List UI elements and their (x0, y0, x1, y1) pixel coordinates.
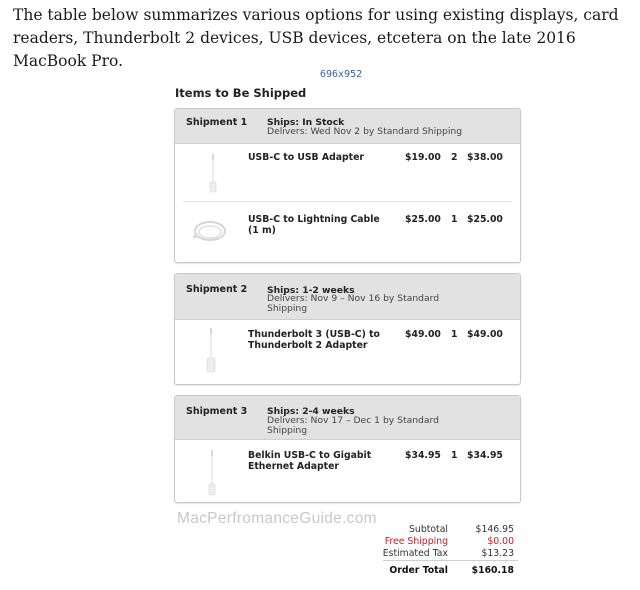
list-item: USB-C to Lightning Cable (1 m) $25.00 1 … (175, 202, 520, 260)
shipment-1-header: Shipment 1 Ships: In Stock Delivers: Wed… (175, 109, 520, 144)
shipment-2-header: Shipment 2 Ships: 1-2 weeks Delivers: No… (175, 274, 520, 320)
shipment-2-card: Shipment 2 Ships: 1-2 weeks Delivers: No… (174, 273, 521, 385)
subtotal-value: $146.95 (475, 524, 514, 535)
shipment-1-card: Shipment 1 Ships: In Stock Delivers: Wed… (174, 108, 521, 263)
shipping-label: Free Shipping (384, 536, 448, 547)
order-total-label: Order Total (389, 565, 448, 576)
item-name: USB-C to USB Adapter (248, 152, 364, 163)
tax-value: $13.23 (481, 548, 514, 559)
item-name: Belkin USB-C to Gigabit Ethernet Adapter (248, 450, 372, 472)
shipment-label: Shipment 1 (186, 117, 248, 128)
item-quantity: 1 (451, 214, 458, 225)
shipment-3-card: Shipment 3 Ships: 2-4 weeks Delivers: No… (174, 395, 521, 503)
item-price: $25.00 (405, 214, 441, 225)
item-total: $25.00 (467, 214, 503, 225)
coiled-cable-icon (193, 221, 226, 241)
item-quantity: 1 (451, 329, 458, 340)
adapter-cable-icon (206, 328, 216, 373)
shipment-label: Shipment 3 (186, 406, 248, 417)
subtotal-label: Subtotal (409, 524, 448, 535)
items-heading: Items to Be Shipped (175, 86, 307, 100)
summary-divider (383, 560, 518, 561)
item-quantity: 2 (451, 152, 458, 163)
item-price: $19.00 (405, 152, 441, 163)
list-item: Belkin USB-C to Gigabit Ethernet Adapter… (175, 440, 520, 500)
delivery-estimate: Delivers: Nov 9 – Nov 16 by Standard Shi… (267, 293, 440, 314)
delivery-estimate: Delivers: Wed Nov 2 by Standard Shipping (267, 126, 463, 137)
delivery-estimate: Delivers: Nov 17 – Dec 1 by Standard Shi… (267, 415, 439, 436)
item-quantity: 1 (451, 450, 458, 461)
list-item: USB-C to USB Adapter $19.00 2 $38.00 (175, 144, 520, 202)
order-total-value: $160.18 (471, 565, 514, 576)
item-name: USB-C to Lightning Cable (1 m) (248, 214, 380, 236)
shipping-value: $0.00 (487, 536, 514, 547)
adapter-cable-icon (208, 450, 216, 496)
intro-paragraph: The table below summarizes various optio… (13, 6, 619, 70)
list-item: Thunderbolt 3 (USB-C) to Thunderbolt 2 A… (175, 320, 520, 382)
item-name: Thunderbolt 3 (USB-C) to Thunderbolt 2 A… (248, 329, 380, 351)
tax-label: Estimated Tax (382, 548, 448, 559)
image-dimensions-label: 696x952 (320, 69, 363, 80)
item-price: $34.95 (405, 450, 441, 461)
adapter-cable-icon (209, 154, 217, 193)
item-total: $34.95 (467, 450, 503, 461)
item-total: $49.00 (467, 329, 503, 340)
item-price: $49.00 (405, 329, 441, 340)
shipment-3-header: Shipment 3 Ships: 2-4 weeks Delivers: No… (175, 396, 520, 440)
shipment-label: Shipment 2 (186, 284, 248, 295)
item-total: $38.00 (467, 152, 503, 163)
watermark: MacPerfromanceGuide.com (177, 510, 377, 527)
